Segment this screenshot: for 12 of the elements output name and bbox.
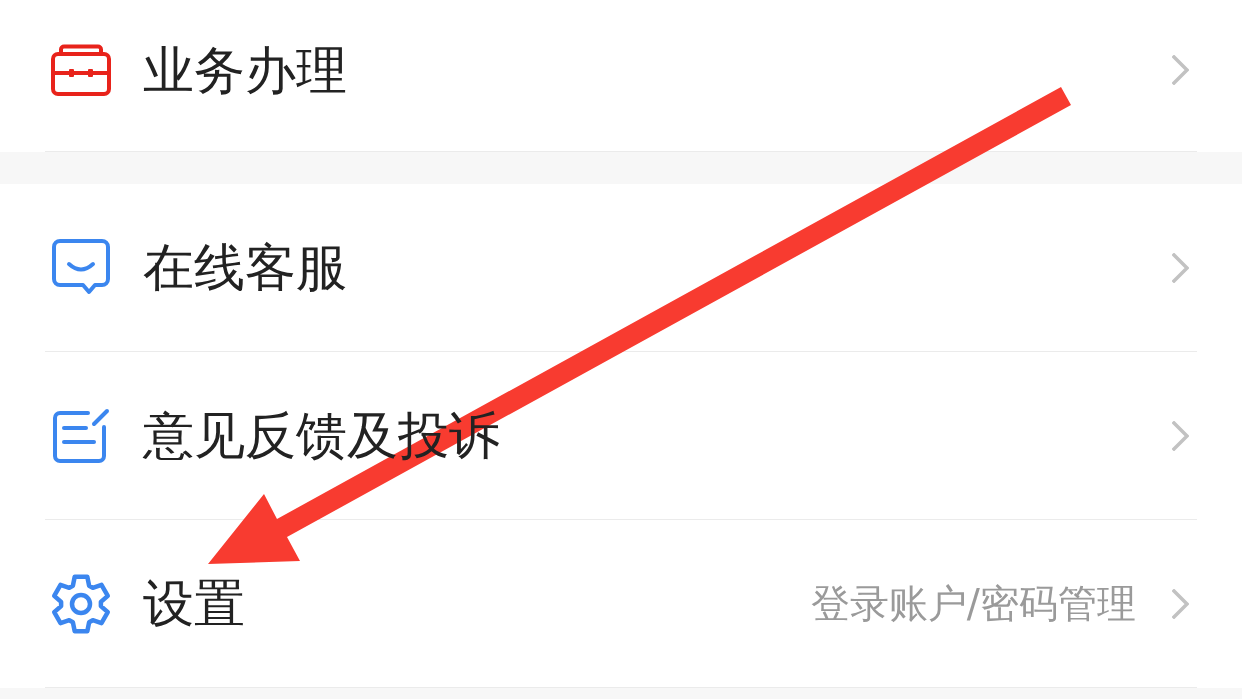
item-label: 在线客服 bbox=[143, 242, 347, 293]
edit-note-icon bbox=[52, 407, 110, 464]
item-label: 设置 bbox=[143, 578, 245, 629]
settings-icon bbox=[50, 572, 112, 635]
item-label: 业务办理 bbox=[143, 44, 347, 96]
item-detail: 登录账户/密码管理 bbox=[810, 584, 1136, 623]
chevron-right-icon bbox=[1172, 55, 1189, 85]
toolbox-icon bbox=[51, 44, 111, 96]
chat-bubble-icon bbox=[52, 238, 110, 297]
chevron-right-icon bbox=[1172, 420, 1189, 451]
chevron-right-icon bbox=[1172, 252, 1189, 283]
chevron-right-icon bbox=[1172, 588, 1189, 619]
